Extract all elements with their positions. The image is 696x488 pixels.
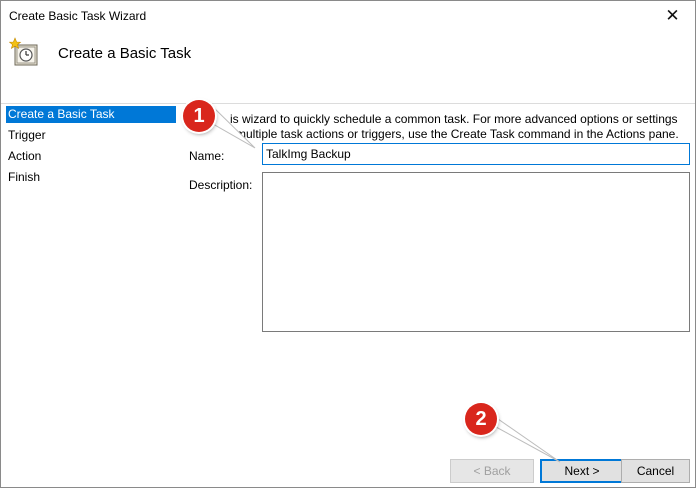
page-title: Create a Basic Task: [58, 45, 192, 62]
sidebar-item-action[interactable]: Action: [6, 148, 176, 165]
sidebar-item-label: Trigger: [8, 128, 46, 142]
header-divider: [1, 103, 695, 104]
sidebar-item-finish[interactable]: Finish: [6, 169, 176, 186]
next-button[interactable]: Next >: [540, 459, 624, 483]
sidebar-item-create-basic-task[interactable]: Create a Basic Task: [6, 106, 176, 123]
sidebar-item-label: Create a Basic Task: [8, 107, 115, 121]
title-bar: Create Basic Task Wizard ✕: [1, 1, 695, 31]
clock-task-icon: [9, 37, 38, 66]
sidebar-item-label: Action: [8, 149, 42, 163]
description-label: Description:: [189, 178, 253, 192]
cancel-button[interactable]: Cancel: [621, 459, 690, 483]
sidebar-item-trigger[interactable]: Trigger: [6, 127, 176, 144]
description-input[interactable]: [262, 172, 690, 332]
name-label: Name:: [189, 149, 225, 163]
intro-text: is wizard to quickly schedule a common t…: [188, 112, 688, 142]
wizard-steps-sidebar: Create a Basic Task Trigger Action Finis…: [1, 106, 179, 446]
window-title: Create Basic Task Wizard: [9, 9, 147, 23]
close-icon: ✕: [665, 6, 680, 25]
sidebar-item-label: Finish: [8, 170, 41, 184]
wizard-window: Create Basic Task Wizard ✕ Create a Basi…: [0, 0, 696, 488]
back-button[interactable]: < Back: [450, 459, 534, 483]
close-button[interactable]: ✕: [650, 1, 695, 31]
intro-line-1: is wizard to quickly schedule a common t…: [230, 112, 678, 126]
callout-badge-1: 1: [183, 100, 215, 132]
callout-badge-2: 2: [465, 403, 497, 435]
name-input[interactable]: [262, 143, 690, 165]
intro-line-2: multiple task actions or triggers, use t…: [236, 127, 679, 141]
wizard-header: Create a Basic Task: [1, 31, 695, 103]
